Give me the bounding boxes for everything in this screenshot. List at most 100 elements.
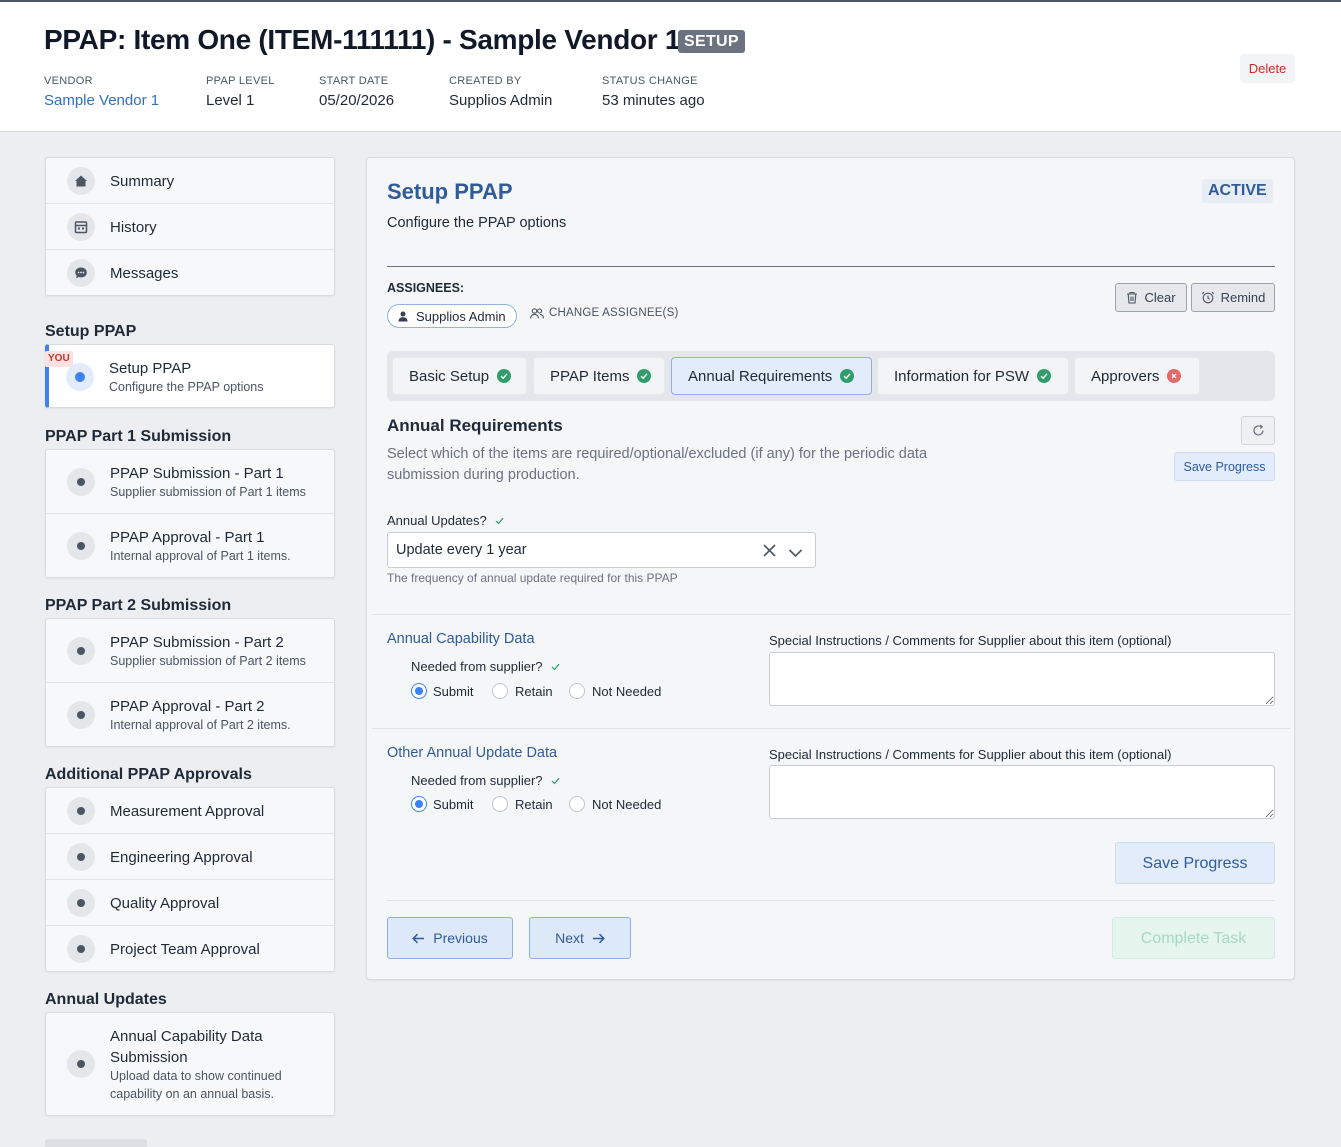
step-title: Engineering Approval [110, 849, 253, 866]
radio-submit[interactable] [411, 683, 427, 699]
field-label: Needed from supplier? [411, 659, 543, 674]
refresh-button[interactable] [1241, 416, 1275, 445]
error-circle-icon [1167, 369, 1182, 383]
sidebar-nav: Summary History Messages [45, 157, 335, 296]
valid-check-icon [495, 517, 504, 524]
select-value: Update every 1 year [396, 542, 527, 558]
section-title: Additional PPAP Approvals [45, 766, 252, 783]
meta-value: 05/20/2026 [319, 92, 395, 109]
panel-subtitle: Configure the PPAP options [387, 215, 567, 231]
chevron-down-icon[interactable] [788, 545, 803, 563]
step-title: PPAP Approval - Part 1 [110, 529, 265, 546]
change-assignees-link[interactable]: CHANGE ASSIGNEE(S) [530, 307, 679, 319]
next-button[interactable]: Next [529, 917, 631, 959]
clear-selection-icon[interactable] [762, 543, 777, 563]
step-description: Supplier submission of Part 1 items [110, 485, 306, 499]
vendor-link[interactable]: Sample Vendor 1 [44, 92, 159, 109]
user-icon [398, 311, 408, 321]
step-description: Configure the PPAP options [109, 380, 264, 394]
assignee-chip[interactable]: Supplios Admin [387, 304, 517, 328]
radio-label: Not Needed [592, 797, 662, 812]
step-status-icon [67, 532, 95, 560]
radio-label: Submit [433, 684, 474, 699]
step-description-line1: Upload data to show continued [110, 1069, 282, 1083]
you-badge: YOU [45, 351, 73, 367]
meta-vendor: VENDOR Sample Vendor 1 [44, 75, 159, 109]
meta-start-date: START DATE 05/20/2026 [319, 75, 394, 109]
field-help-text: The frequency of annual update required … [387, 571, 678, 585]
tab-label: PPAP Items [550, 367, 630, 385]
divider [387, 266, 1275, 267]
meta-label: VENDOR [44, 75, 93, 87]
page-title: PPAP: Item One (ITEM-111111) - Sample Ve… [44, 24, 681, 55]
tab-annual-requirements[interactable]: Annual Requirements [671, 357, 872, 395]
item-title: Other Annual Update Data [387, 745, 558, 761]
clear-button[interactable]: Clear [1115, 283, 1187, 312]
check-circle-icon [637, 369, 652, 383]
step-quality-approval[interactable]: Quality Approval [46, 880, 334, 926]
status-badge: SETUP [678, 30, 745, 53]
remind-label: Remind [1220, 290, 1266, 305]
tab-label: Information for PSW [894, 367, 1030, 385]
tab-basic-setup[interactable]: Basic Setup [392, 357, 527, 395]
step-status-icon [67, 935, 95, 963]
comments-textarea[interactable] [769, 652, 1275, 706]
section-annual-steps: Annual Capability Data Submission Upload… [45, 1012, 335, 1116]
step-description: Supplier submission of Part 2 items [110, 654, 306, 668]
save-progress-button[interactable]: Save Progress [1115, 842, 1275, 884]
sidebar-item-history[interactable]: History [46, 204, 334, 250]
step-measurement-approval[interactable]: Measurement Approval [46, 788, 334, 834]
sidebar-item-messages[interactable]: Messages [46, 250, 334, 296]
delete-button[interactable]: Delete [1240, 54, 1295, 83]
radio-not-needed[interactable] [569, 683, 585, 699]
save-progress-small-button[interactable]: Save Progress [1174, 452, 1275, 481]
step-ppap-approval-part2[interactable]: PPAP Approval - Part 2 Internal approval… [46, 683, 334, 747]
step-project-team-approval[interactable]: Project Team Approval [46, 926, 334, 972]
radio-label: Retain [515, 684, 553, 699]
step-status-icon [67, 889, 95, 917]
radio-retain[interactable] [492, 796, 508, 812]
tab-label: Approvers [1091, 367, 1160, 385]
annual-updates-select[interactable]: Update every 1 year [387, 532, 816, 568]
arrow-left-icon [412, 933, 425, 943]
radio-retain[interactable] [492, 683, 508, 699]
remind-button[interactable]: Remind [1191, 283, 1275, 312]
sidebar-item-label: History [110, 219, 157, 236]
panel-title: Setup PPAP [387, 179, 513, 204]
previous-button[interactable]: Previous [387, 917, 513, 959]
step-ppap-submission-part2[interactable]: PPAP Submission - Part 2 Supplier submis… [46, 619, 334, 683]
annual-updates-label: Annual Updates? [387, 513, 504, 528]
section-part2-steps: PPAP Submission - Part 2 Supplier submis… [45, 618, 335, 747]
valid-check-icon [551, 777, 559, 784]
meta-ppap-level: PPAP LEVEL Level 1 [206, 75, 275, 109]
meta-value: 53 minutes ago [602, 92, 705, 109]
tab-ppap-items[interactable]: PPAP Items [533, 357, 665, 395]
step-description: Internal approval of Part 1 items. [110, 549, 291, 563]
tab-information-for-psw[interactable]: Information for PSW [877, 357, 1069, 395]
step-title: Project Team Approval [110, 941, 260, 958]
sidebar-item-summary[interactable]: Summary [46, 158, 334, 204]
alarm-clock-icon [1201, 291, 1214, 304]
home-icon [67, 167, 95, 195]
chat-icon [67, 259, 95, 287]
check-circle-icon [1037, 369, 1052, 383]
divider [387, 900, 1275, 901]
divider [372, 728, 1290, 729]
divider [372, 614, 1290, 615]
step-ppap-submission-part1[interactable]: PPAP Submission - Part 1 Supplier submis… [46, 450, 334, 514]
step-status-icon [67, 701, 95, 729]
field-label: Annual Updates? [387, 513, 487, 528]
complete-task-button[interactable]: Complete Task [1112, 917, 1275, 959]
step-setup-ppap[interactable]: YOU Setup PPAP Configure the PPAP option… [45, 344, 335, 408]
previous-label: Previous [433, 930, 488, 946]
step-annual-capability-submission[interactable]: Annual Capability Data Submission Upload… [46, 1013, 334, 1115]
step-engineering-approval[interactable]: Engineering Approval [46, 834, 334, 880]
radio-label: Not Needed [592, 684, 662, 699]
radio-not-needed[interactable] [569, 796, 585, 812]
radio-submit[interactable] [411, 796, 427, 812]
tab-approvers[interactable]: Approvers [1074, 357, 1200, 395]
tab-label: Basic Setup [409, 367, 490, 385]
sidebar-more-indicator [45, 1139, 147, 1147]
step-ppap-approval-part1[interactable]: PPAP Approval - Part 1 Internal approval… [46, 514, 334, 578]
comments-textarea[interactable] [769, 765, 1275, 819]
